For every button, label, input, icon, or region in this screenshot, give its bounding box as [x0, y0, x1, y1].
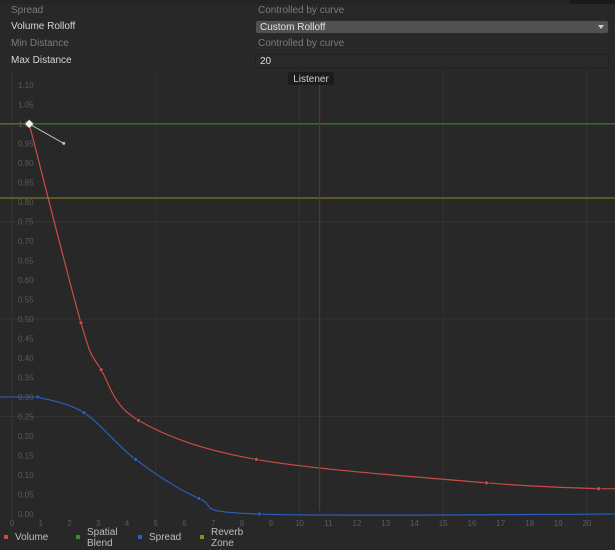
- spread-value: Controlled by curve: [258, 5, 345, 16]
- legend-label-reverb-zone-mix: Reverb Zone Mix: [211, 527, 244, 550]
- volume-rolloff-selected: Custom Rolloff: [260, 22, 326, 33]
- spread-curve-key[interactable]: [133, 457, 138, 462]
- volume-rolloff-dropdown[interactable]: Custom Rolloff: [255, 20, 609, 34]
- y-tick-label: 0.75: [18, 217, 34, 226]
- x-tick-label: 20: [583, 519, 592, 527]
- graph-background: [0, 71, 615, 527]
- y-tick-label: 0.85: [18, 178, 34, 187]
- x-tick-label: 13: [381, 519, 390, 527]
- y-tick-label: 0.20: [18, 432, 34, 441]
- spread-curve-key[interactable]: [81, 410, 87, 415]
- y-tick-label: 0.90: [18, 159, 34, 168]
- x-tick-label: 6: [182, 519, 187, 527]
- x-tick-label: 8: [240, 519, 245, 527]
- y-tick-label: 0.95: [18, 139, 34, 148]
- y-tick-label: 0.25: [18, 413, 34, 422]
- x-tick-label: 18: [525, 519, 534, 527]
- volume-curve-key[interactable]: [98, 367, 104, 372]
- x-tick-label: 11: [324, 519, 333, 527]
- spread-label: Spread: [11, 5, 44, 16]
- graph-legend: Volume Spatial Blend Spread Reverb Zone …: [0, 527, 615, 550]
- legend-label-spread: Spread: [149, 532, 182, 543]
- listener-label: Listener: [293, 74, 329, 85]
- x-tick-label: 5: [154, 519, 159, 527]
- x-tick-label: 15: [439, 519, 448, 527]
- x-tick-label: 19: [554, 519, 563, 527]
- reverb-zone-mix-swatch: [200, 535, 204, 539]
- y-tick-label: 0.40: [18, 354, 34, 363]
- chevron-down-icon: [598, 25, 604, 29]
- y-tick-label: 0.55: [18, 295, 34, 304]
- y-tick-label: 0.10: [18, 471, 34, 480]
- spread-swatch: [138, 535, 142, 539]
- spread-row: Spread Controlled by curve: [0, 3, 615, 20]
- volume-curve-key[interactable]: [254, 457, 259, 462]
- audio-source-3d-settings-panel: Spread Controlled by curve Volume Rollof…: [0, 0, 615, 550]
- x-axis-ticks: 0 1 2 3 4 5 6 7 8 9 10 11 12 13 14 15 16 17 18 19 20: [10, 519, 592, 527]
- spatial-blend-swatch: [76, 535, 80, 539]
- max-distance-row: Max Distance 20: [0, 53, 615, 70]
- min-distance-value: Controlled by curve: [258, 38, 345, 49]
- y-tick-label: 0.70: [18, 237, 34, 246]
- spread-curve-key[interactable]: [35, 394, 41, 400]
- y-tick-label: 0.15: [18, 452, 34, 461]
- volume-rolloff-label: Volume Rolloff: [11, 21, 76, 32]
- y-tick-label: 0.45: [18, 334, 34, 343]
- x-tick-label: 1: [39, 519, 44, 527]
- min-distance-label: Min Distance: [11, 38, 69, 49]
- y-tick-label: 0.65: [18, 256, 34, 265]
- y-tick-label: 1.10: [18, 81, 34, 90]
- volume-rolloff-row: Volume Rolloff Custom Rolloff: [0, 19, 615, 36]
- volume-curve-key[interactable]: [484, 480, 489, 486]
- tangent-handle[interactable]: [62, 141, 66, 145]
- x-tick-label: 12: [353, 519, 362, 527]
- y-tick-label: 0.35: [18, 374, 34, 383]
- y-axis-ticks: 1.101.051.000.950.900.850.800.750.700.65…: [18, 81, 34, 519]
- y-tick-label: 0.05: [18, 491, 34, 500]
- rolloff-curve-graph[interactable]: 1.101.051.000.950.900.850.800.750.700.65…: [0, 71, 615, 527]
- x-tick-label: 2: [67, 519, 72, 527]
- min-distance-row: Min Distance Controlled by curve: [0, 36, 615, 53]
- legend-label-volume: Volume: [15, 532, 49, 543]
- y-tick-label: 0.00: [18, 510, 34, 519]
- spread-curve-key[interactable]: [257, 511, 262, 517]
- y-tick-label: 0.80: [18, 198, 34, 207]
- x-tick-label: 0: [10, 519, 15, 527]
- volume-curve-key[interactable]: [596, 486, 601, 491]
- max-distance-field[interactable]: 20: [255, 54, 609, 68]
- y-tick-label: 0.50: [18, 315, 34, 324]
- max-distance-value: 20: [260, 56, 272, 67]
- x-tick-label: 16: [468, 519, 477, 527]
- volume-curve-key[interactable]: [136, 418, 141, 423]
- volume-swatch: [4, 535, 8, 539]
- volume-curve-key[interactable]: [78, 320, 84, 326]
- x-tick-label: 9: [269, 519, 274, 527]
- x-tick-label: 17: [496, 519, 505, 527]
- max-distance-label: Max Distance: [11, 55, 72, 66]
- x-tick-label: 3: [96, 519, 101, 527]
- x-tick-label: 14: [410, 519, 419, 527]
- x-tick-label: 10: [295, 519, 304, 527]
- spread-curve-key[interactable]: [196, 496, 202, 501]
- legend-label-spatial-blend: Spatial Blend: [87, 527, 118, 549]
- x-tick-label: 4: [125, 519, 130, 527]
- y-tick-label: 1.05: [18, 100, 34, 109]
- y-tick-label: 0.60: [18, 276, 34, 285]
- x-tick-label: 7: [211, 519, 216, 527]
